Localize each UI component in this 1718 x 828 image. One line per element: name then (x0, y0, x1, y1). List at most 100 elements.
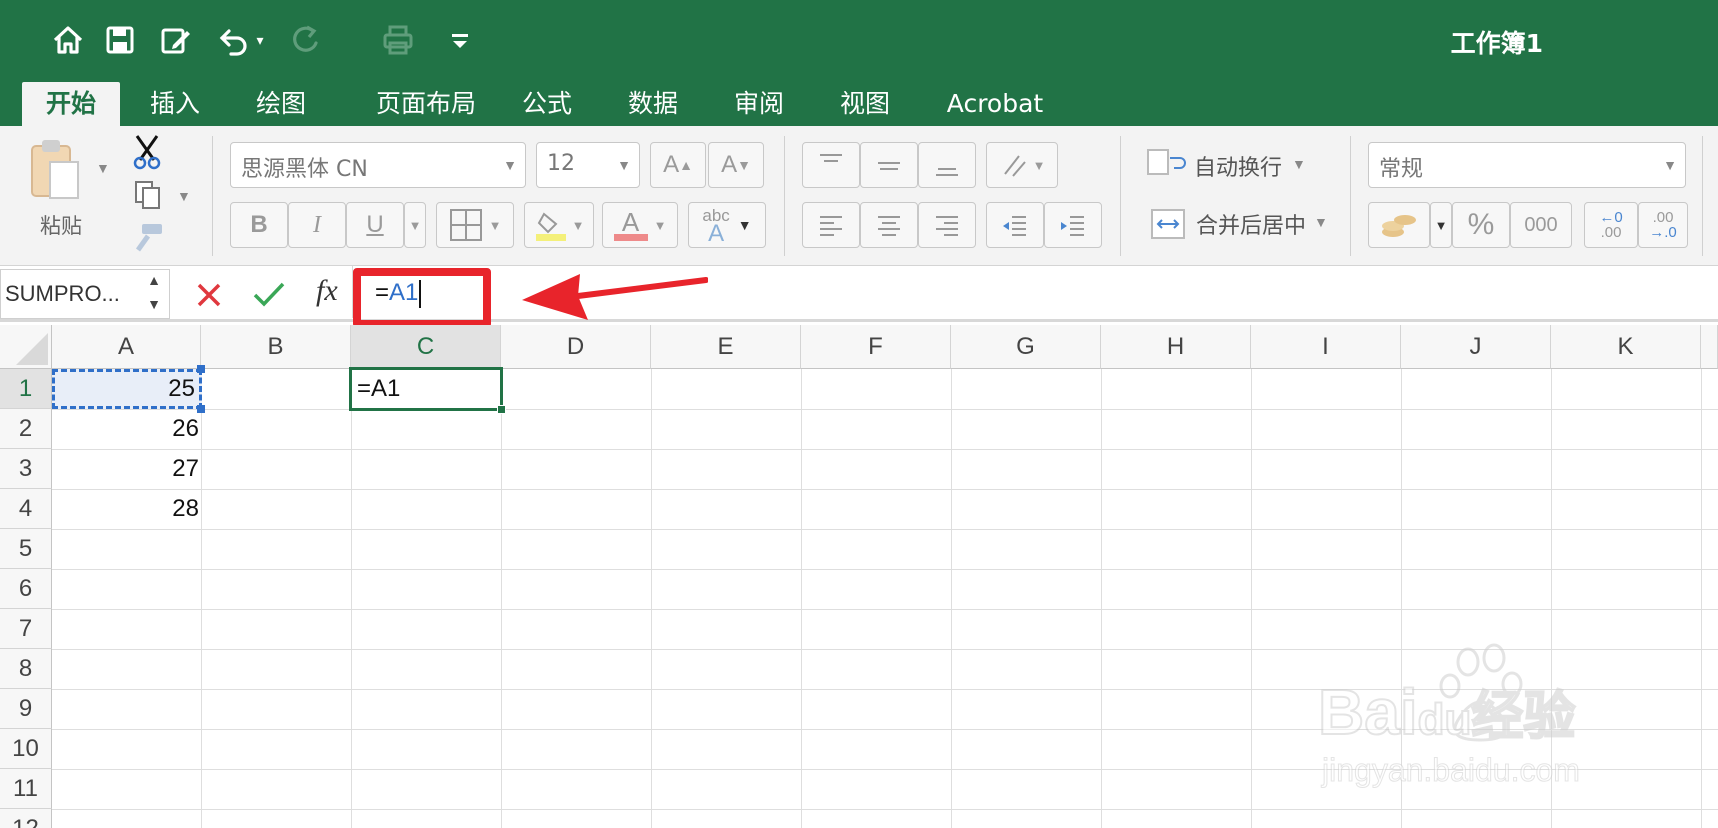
number-format-select[interactable]: 常规 ▼ (1368, 142, 1686, 188)
spinner-down-icon[interactable]: ▼ (147, 294, 161, 314)
red-arrow-annotation (522, 274, 708, 320)
tab-home[interactable]: 开始 (22, 82, 120, 126)
paste-icon[interactable] (26, 136, 82, 206)
align-right-button[interactable] (918, 202, 976, 248)
tab-draw[interactable]: 绘图 (246, 82, 316, 126)
tab-data[interactable]: 数据 (618, 82, 688, 126)
row-header-2[interactable]: 2 (0, 409, 52, 449)
increase-indent-icon (1061, 216, 1084, 236)
row-header-3[interactable]: 3 (0, 449, 52, 489)
underline-button[interactable]: U (346, 202, 404, 248)
align-top-button[interactable] (802, 142, 860, 188)
format-painter-icon[interactable] (130, 222, 164, 252)
italic-button[interactable]: I (288, 202, 346, 248)
copy-dropdown-icon[interactable]: ▼ (177, 188, 191, 204)
save-icon[interactable] (98, 18, 142, 62)
customize-icon[interactable] (438, 18, 482, 62)
column-header-h[interactable]: H (1101, 325, 1251, 369)
chevron-down-icon: ▼ (617, 157, 631, 173)
cell-a1[interactable]: 25 (52, 369, 202, 409)
tab-review[interactable]: 审阅 (724, 82, 794, 126)
insert-function-button[interactable]: fx (316, 274, 338, 308)
column-header-e[interactable]: E (651, 325, 801, 369)
merge-center-dropdown-icon[interactable]: ▼ (1314, 214, 1328, 230)
select-all-corner[interactable] (0, 325, 52, 369)
cell-a3[interactable]: 27 (52, 449, 199, 489)
cell-c1-value: =A1 (357, 375, 401, 402)
font-name-select[interactable]: 思源黑体 CN ▼ (230, 142, 526, 188)
cell-a2[interactable]: 26 (52, 409, 199, 449)
wrap-text-dropdown-icon[interactable]: ▼ (1292, 156, 1306, 172)
align-left-button[interactable] (802, 202, 860, 248)
tab-acrobat[interactable]: Acrobat (940, 82, 1050, 126)
column-header-g[interactable]: G (951, 325, 1101, 369)
row-header-7[interactable]: 7 (0, 609, 52, 649)
cut-icon[interactable] (132, 134, 162, 170)
copy-icon[interactable] (134, 180, 162, 210)
grow-font-button[interactable]: A ▲ (650, 142, 706, 188)
row-header-1[interactable]: 1 (0, 369, 52, 409)
baidu-watermark: Baidu经验 jingyan.baidu.com (1317, 640, 1648, 790)
tab-formulas[interactable]: 公式 (512, 82, 582, 126)
shrink-font-button[interactable]: A ▼ (708, 142, 764, 188)
enter-checkmark-icon[interactable] (252, 278, 286, 310)
fill-handle[interactable] (497, 405, 506, 414)
borders-button[interactable]: ▼ (436, 202, 514, 248)
print-icon[interactable] (376, 18, 420, 62)
align-middle-button[interactable] (860, 142, 918, 188)
row-header-12[interactable]: 12 (0, 809, 52, 828)
row-header-9[interactable]: 9 (0, 689, 52, 729)
tab-page-layout[interactable]: 页面布局 (356, 82, 496, 126)
orientation-button[interactable]: ▼ (986, 142, 1058, 188)
increase-indent-button[interactable] (1044, 202, 1102, 248)
decrease-decimal-button[interactable]: .00 →.0 (1638, 202, 1688, 248)
column-header-k[interactable]: K (1551, 325, 1701, 369)
row-header-4[interactable]: 4 (0, 489, 52, 529)
accounting-format-button[interactable] (1368, 202, 1430, 248)
column-header-c[interactable]: C (351, 325, 501, 369)
chevron-down-icon: ▼ (1663, 157, 1677, 173)
column-header-i[interactable]: I (1251, 325, 1401, 369)
range-handle[interactable] (197, 365, 205, 373)
font-size-value: 12 (547, 151, 575, 176)
merge-center-icon[interactable] (1150, 206, 1186, 242)
bold-button[interactable]: B (230, 202, 288, 248)
edit-icon[interactable] (154, 18, 198, 62)
accounting-dropdown-icon[interactable]: ▼ (1430, 202, 1452, 248)
row-header-11[interactable]: 11 (0, 769, 52, 809)
redo-icon[interactable] (284, 18, 328, 62)
cell-c1-active[interactable]: =A1 (349, 367, 503, 411)
column-header-j[interactable]: J (1401, 325, 1551, 369)
row-header-8[interactable]: 8 (0, 649, 52, 689)
undo-dropdown-icon[interactable]: ▾ (248, 18, 272, 62)
thousands-button[interactable]: 000 (1510, 202, 1572, 248)
tab-insert[interactable]: 插入 (140, 82, 210, 126)
align-bottom-button[interactable] (918, 142, 976, 188)
wrap-text-icon[interactable] (1146, 144, 1186, 180)
cancel-icon[interactable] (194, 280, 224, 310)
row-header-6[interactable]: 6 (0, 569, 52, 609)
increase-decimal-button[interactable]: ←0 .00 (1584, 202, 1638, 248)
row-header-10[interactable]: 10 (0, 729, 52, 769)
percent-button[interactable]: % (1452, 202, 1510, 248)
phonetic-button[interactable]: abc A ▼ (688, 202, 766, 248)
underline-dropdown-icon[interactable]: ▼ (404, 202, 426, 248)
column-header-a[interactable]: A (52, 325, 201, 369)
home-icon[interactable] (46, 18, 90, 62)
paste-dropdown-icon[interactable]: ▼ (96, 160, 110, 176)
merge-center-label[interactable]: 合并后居中 (1196, 208, 1306, 240)
cell-a4[interactable]: 28 (52, 489, 199, 529)
row-header-5[interactable]: 5 (0, 529, 52, 569)
column-header-b[interactable]: B (201, 325, 351, 369)
align-center-button[interactable] (860, 202, 918, 248)
spinner-up-icon[interactable]: ▲ (147, 270, 161, 290)
name-box[interactable]: SUMPRO... ▲ ▼ (0, 269, 170, 319)
column-header-f[interactable]: F (801, 325, 951, 369)
font-size-select[interactable]: 12 ▼ (536, 142, 640, 188)
column-header-d[interactable]: D (501, 325, 651, 369)
fill-color-button[interactable]: ▼ (524, 202, 594, 248)
tab-view[interactable]: 视图 (830, 82, 900, 126)
font-color-button[interactable]: A ▼ (602, 202, 678, 248)
wrap-text-label[interactable]: 自动换行 (1194, 150, 1282, 182)
decrease-indent-button[interactable] (986, 202, 1044, 248)
